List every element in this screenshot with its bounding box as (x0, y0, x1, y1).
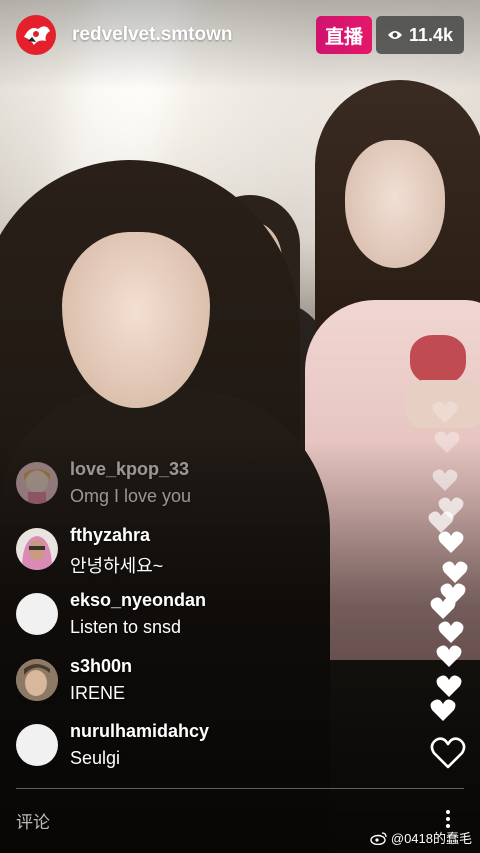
live-header: redvelvet.smtown 直播 11.4k (14, 14, 464, 55)
watermark: @0418的蠢毛 (370, 828, 472, 847)
comment-item: fthyzahra 안녕하세요~ (16, 522, 406, 588)
comment-item: s3h00n IRENE (16, 653, 406, 719)
eye-icon (387, 31, 402, 39)
heart-icon (432, 401, 458, 423)
like-heart-button[interactable] (430, 736, 466, 770)
blank-avatar[interactable] (16, 593, 58, 635)
heart-icon (442, 561, 468, 583)
heart-icon (432, 469, 458, 491)
comment-text: Omg I love you (70, 486, 192, 506)
comment-username[interactable]: s3h00n (70, 656, 132, 677)
comment-text: 안녕하세요~ (70, 555, 164, 576)
weibo-icon (370, 831, 387, 845)
heart-icon (434, 431, 460, 453)
watermark-text: @0418的蠢毛 (390, 831, 472, 846)
heart-icon (438, 531, 464, 553)
comment-input[interactable]: 评论 (16, 808, 316, 832)
comment-item: ekso_nyeondan Listen to snsd (16, 587, 406, 653)
live-badge: 直播 (316, 16, 372, 54)
viewer-count-badge[interactable]: 11.4k (376, 16, 464, 54)
comment-text: IRENE (70, 682, 126, 703)
divider (16, 788, 464, 789)
account-avatar[interactable] (16, 15, 56, 55)
pink-cartoon-avatar[interactable] (16, 462, 58, 504)
heart-icon (438, 621, 464, 643)
hijab-avatar[interactable] (16, 527, 58, 570)
account-name[interactable]: redvelvet.smtown (72, 24, 233, 46)
comment-username[interactable]: nurulhamidahcy (70, 721, 209, 742)
comment-item: love_kpop_33 Omg I love you (16, 456, 406, 522)
heart-icon (430, 699, 456, 721)
comment-list: love_kpop_33 Omg I love you fthyzahra 안녕… (16, 456, 406, 784)
heart-icon (436, 675, 462, 697)
floating-hearts (420, 400, 480, 730)
comment-text: Seulgi (70, 748, 121, 768)
blank-avatar[interactable] (16, 724, 58, 766)
viewer-count: 11.4k (408, 24, 454, 45)
comment-username[interactable]: fthyzahra (70, 525, 150, 546)
comment-text: Listen to snsd (70, 617, 182, 637)
face-avatar[interactable] (16, 658, 58, 701)
comment-username[interactable]: love_kpop_33 (70, 459, 189, 480)
comment-item: nurulhamidahcy Seulgi (16, 718, 406, 784)
heart-icon (430, 597, 456, 619)
comment-username[interactable]: ekso_nyeondan (70, 590, 206, 611)
heart-icon (436, 645, 462, 667)
